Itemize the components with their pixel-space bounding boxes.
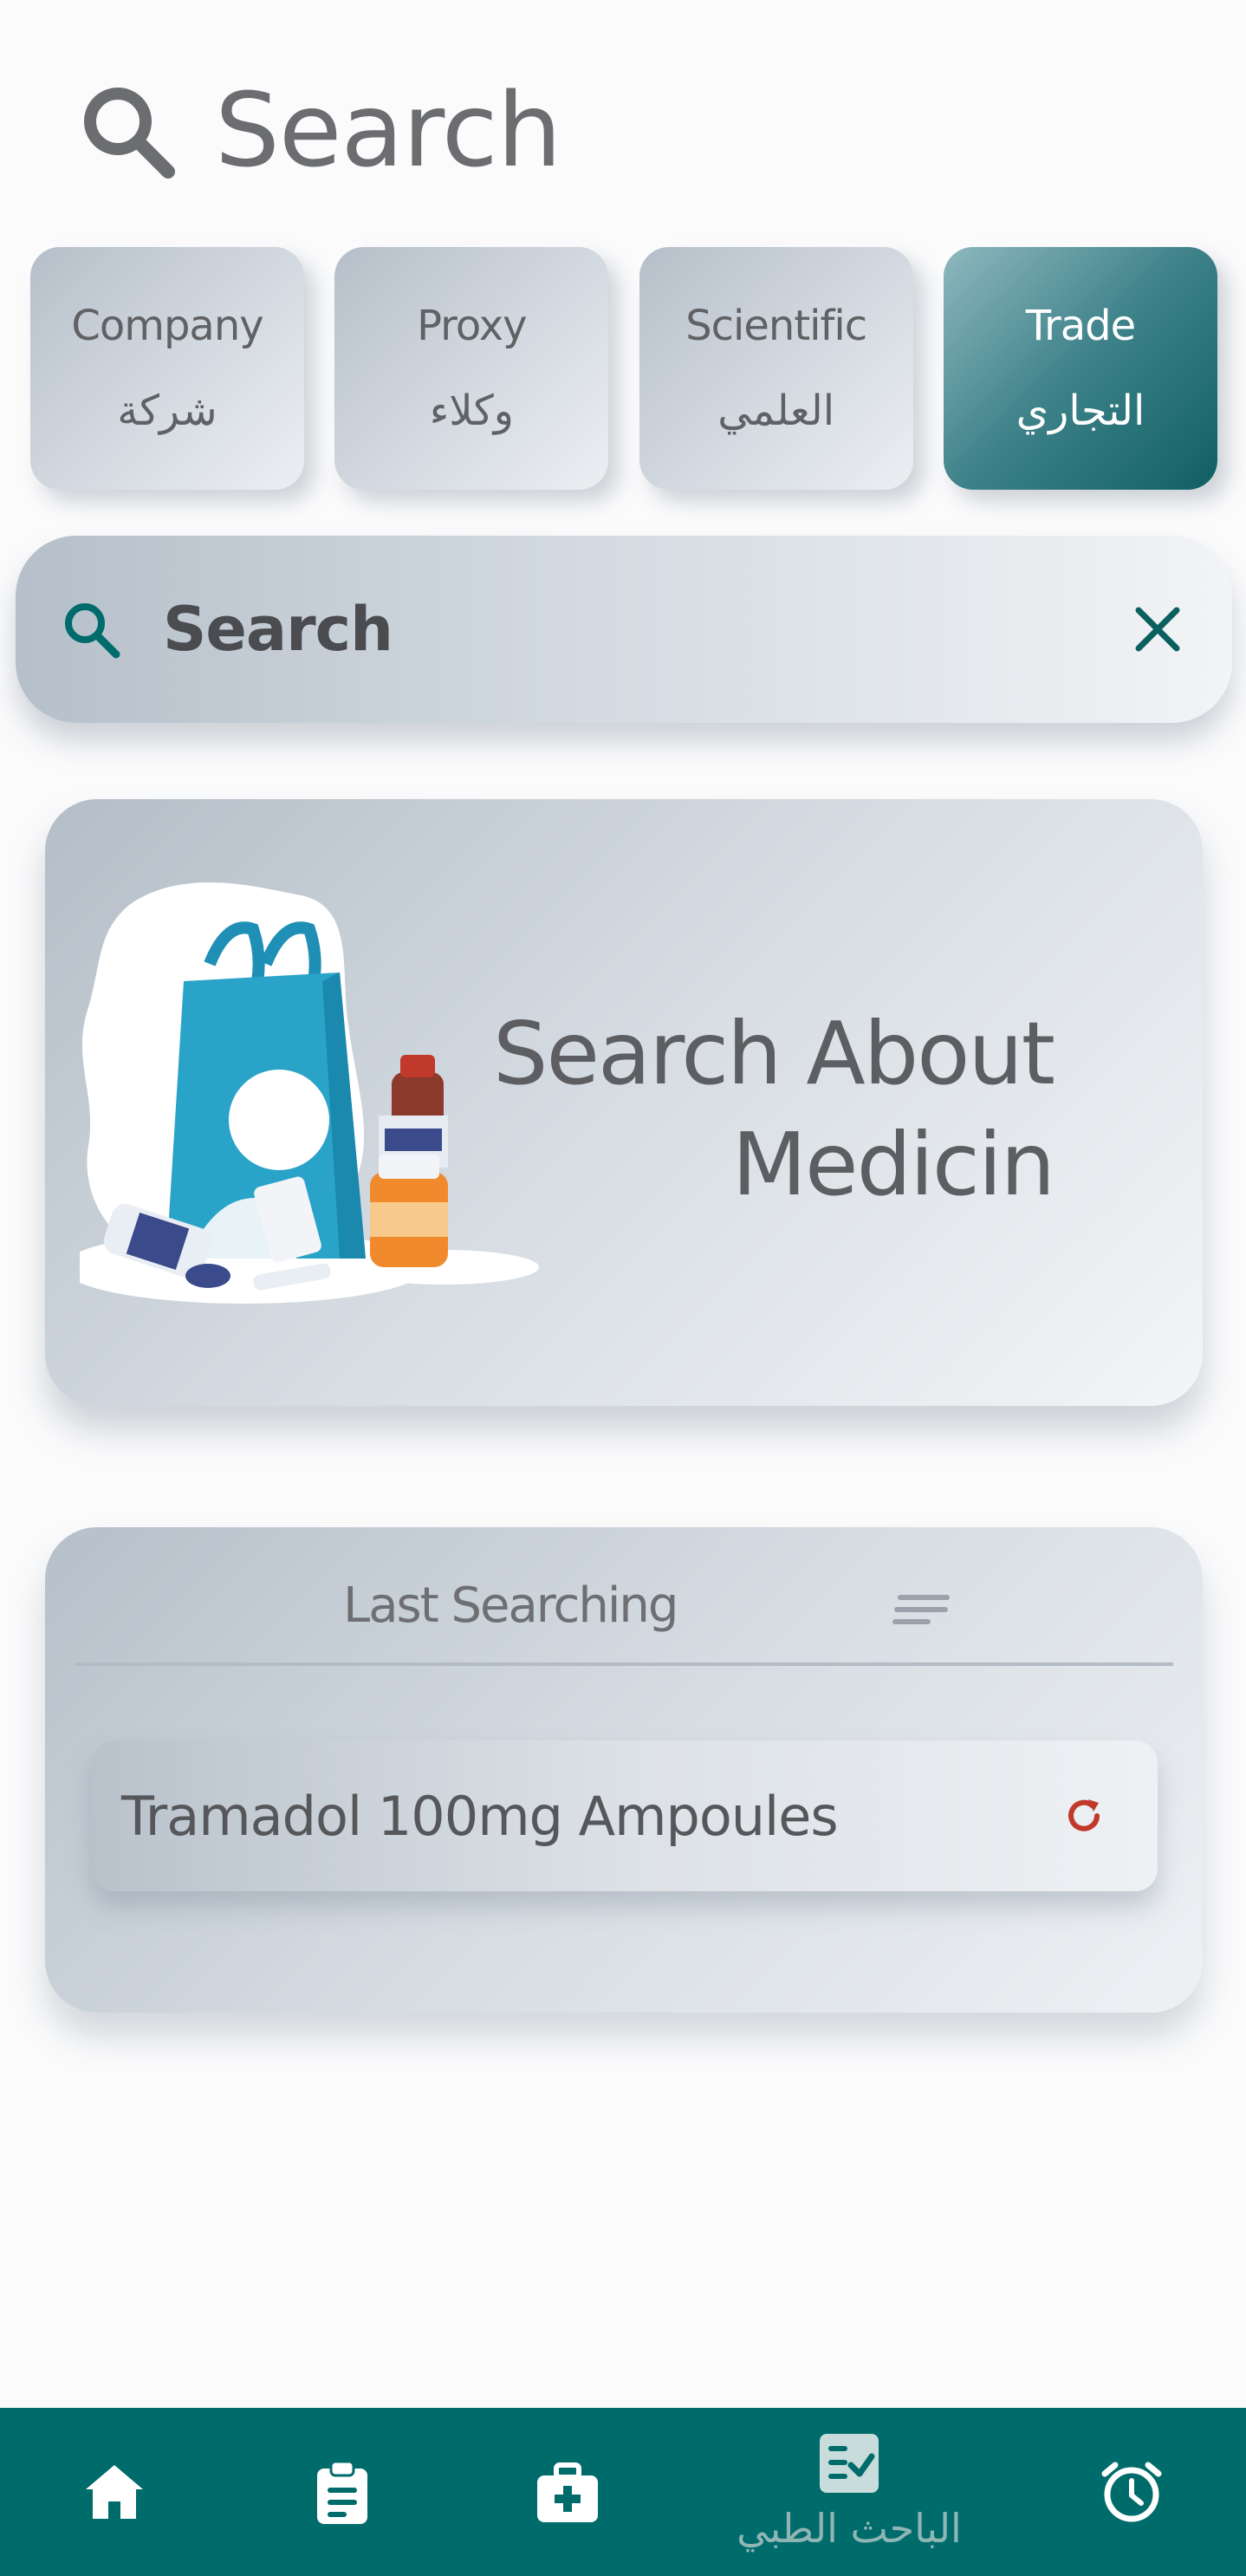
recent-search-label: Tramadol 100mg Ampoules (121, 1784, 839, 1848)
nav-home[interactable] (80, 2408, 149, 2576)
page-title: Search (215, 70, 561, 190)
sort-lines-icon[interactable] (892, 1591, 951, 1630)
nav-reminders[interactable] (1097, 2408, 1166, 2576)
tab-scientific[interactable]: Scientific العلمي (639, 247, 913, 490)
nav-medical[interactable] (533, 2408, 602, 2576)
search-bar[interactable]: Search (16, 536, 1232, 723)
search-icon (84, 88, 175, 179)
search-input[interactable]: Search (163, 594, 1132, 665)
divider (75, 1662, 1173, 1666)
tab-label-ar: شركة (117, 387, 217, 435)
tab-label-en: Scientific (685, 302, 867, 350)
tab-trade[interactable]: Trade التجاري (943, 247, 1217, 490)
tab-label-ar: العلمي (717, 387, 835, 435)
nav-reports[interactable] (308, 2408, 377, 2576)
medical-kit-icon (537, 2462, 598, 2522)
alarm-clock-icon (1101, 2462, 1162, 2522)
tab-label-en: Trade (1025, 302, 1136, 350)
tab-label-en: Company (71, 302, 263, 350)
nav-medical-researcher[interactable]: الباحث الطبي (737, 2418, 962, 2576)
tab-label-en: Proxy (417, 302, 527, 350)
page-header: Search (75, 69, 561, 191)
search-about-medicine-card: Search About Medicin (45, 799, 1203, 1406)
refresh-icon[interactable] (1064, 1796, 1104, 1836)
tab-company[interactable]: Company شركة (30, 247, 304, 490)
last-searching-card: Last Searching Tramadol 100mg Ampoules (45, 1527, 1203, 2013)
hero-line-2: Medicin (731, 1114, 1055, 1215)
checklist-icon (820, 2434, 879, 2493)
tab-label-ar: التجاري (1016, 387, 1145, 435)
category-tabs: Company شركة Proxy وكلاء Scientific العل… (30, 247, 1217, 490)
home-icon (86, 2465, 143, 2519)
tab-proxy[interactable]: Proxy وكلاء (334, 247, 609, 490)
search-icon (65, 603, 120, 659)
hero-text: Search About Medicin (493, 999, 1055, 1220)
hero-line-1: Search About (493, 1003, 1055, 1104)
last-searching-header: Last Searching (45, 1562, 1203, 1649)
last-searching-title: Last Searching (343, 1577, 678, 1634)
bottom-navigation: الباحث الطبي (0, 2408, 1246, 2576)
close-icon[interactable] (1132, 603, 1184, 655)
nav-label: الباحث الطبي (737, 2505, 962, 2552)
clipboard-icon (317, 2460, 367, 2524)
list-item[interactable]: Tramadol 100mg Ampoules (92, 1740, 1158, 1891)
tab-label-ar: وكلاء (429, 387, 514, 435)
